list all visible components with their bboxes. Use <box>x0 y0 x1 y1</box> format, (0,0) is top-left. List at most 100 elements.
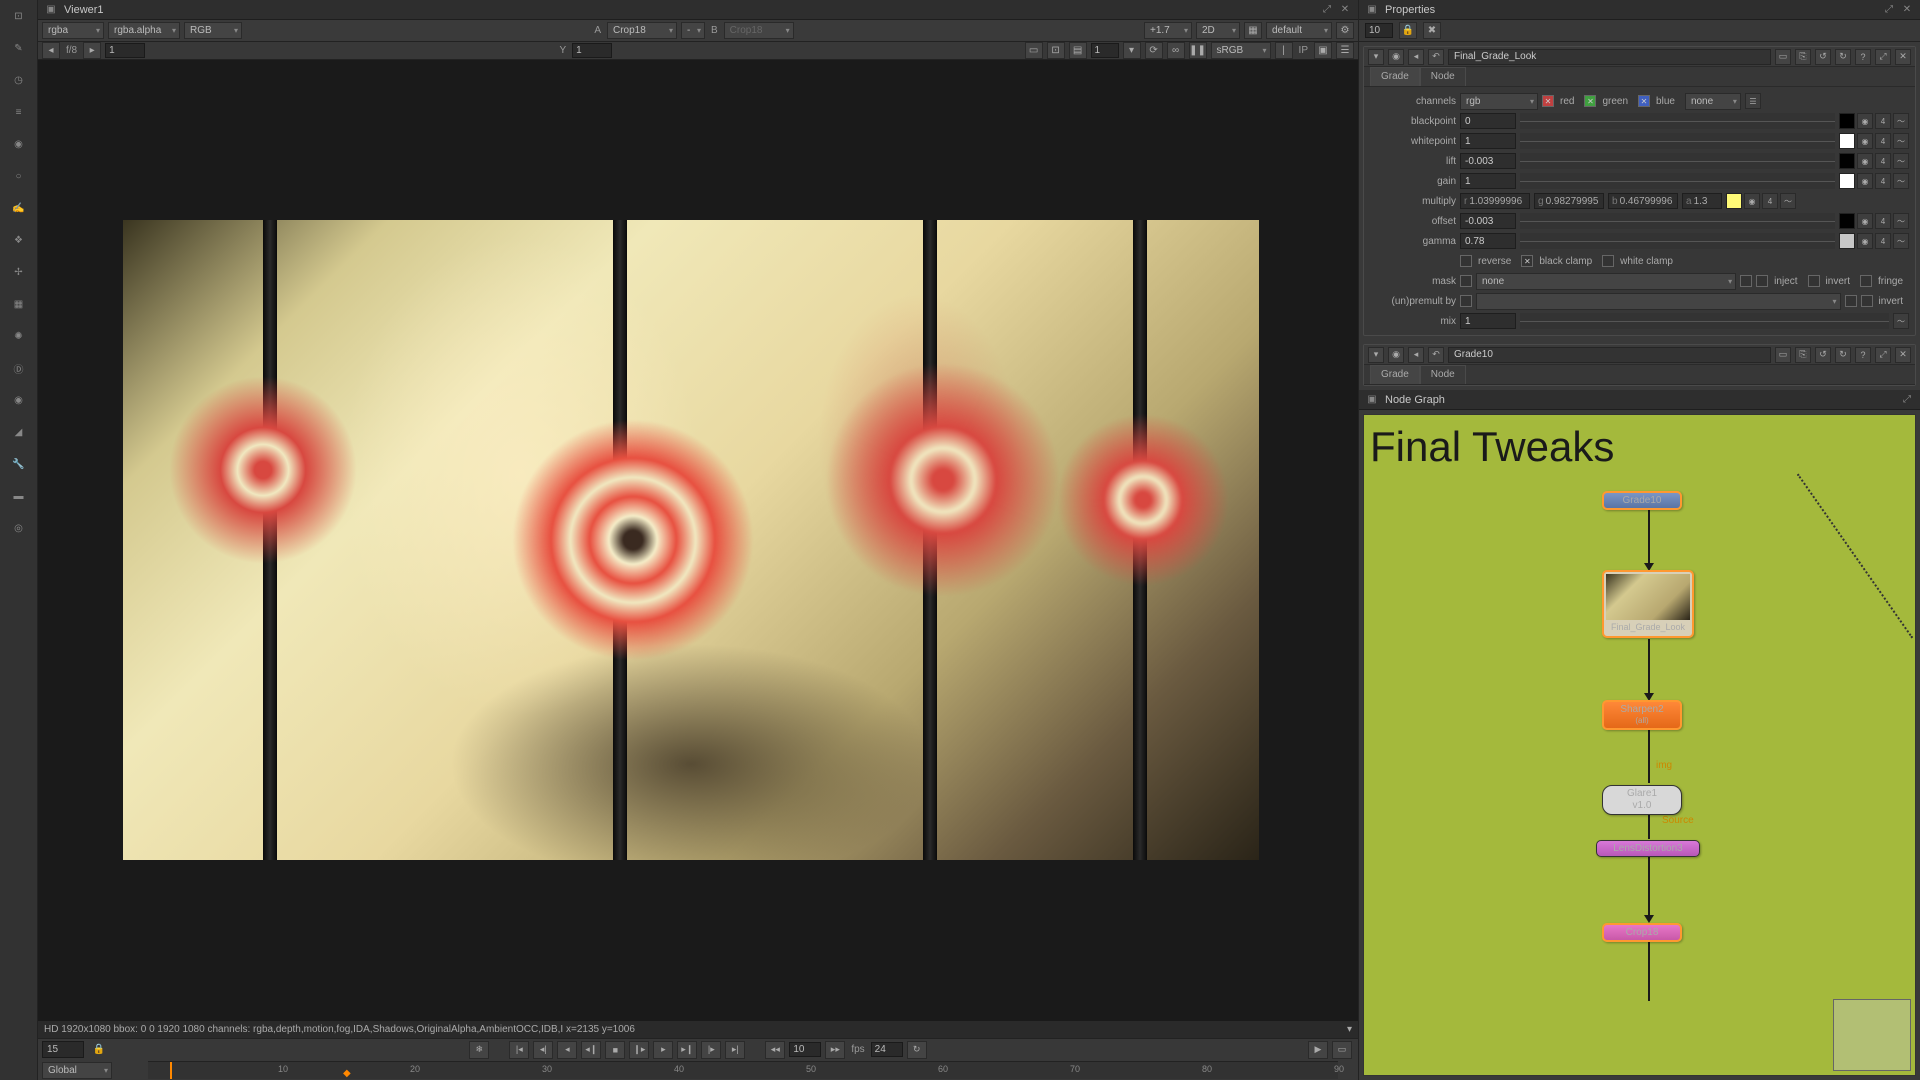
info-expand-icon[interactable]: ▾ <box>1347 1024 1352 1035</box>
keyframe-marker[interactable]: ◆ <box>343 1068 351 1079</box>
anim-icon[interactable]: 〜 <box>1893 113 1909 129</box>
inject-checkbox[interactable] <box>1756 275 1768 287</box>
channels-menu-icon[interactable]: ☰ <box>1745 93 1761 109</box>
cube-tool-icon[interactable]: ▦ <box>5 290 33 318</box>
pen-tool-icon[interactable]: ✍ <box>5 194 33 222</box>
mix-slider[interactable] <box>1520 313 1889 329</box>
nodegraph-tab-icon[interactable]: ▣ <box>1365 393 1379 407</box>
snowflake-icon[interactable]: ❄ <box>469 1041 489 1059</box>
mask-ch-checkbox[interactable] <box>1740 275 1752 287</box>
folder-tool-icon[interactable]: ▬ <box>5 482 33 510</box>
fringe-checkbox[interactable] <box>1860 275 1872 287</box>
nodegraph-minimap[interactable] <box>1833 999 1911 1071</box>
collapse-icon[interactable]: ▾ <box>1368 347 1384 363</box>
record-icon[interactable]: ▶ <box>1308 1041 1328 1059</box>
props-close-icon[interactable]: ✕ <box>1900 3 1914 17</box>
play-icon[interactable]: ▸ <box>653 1041 673 1059</box>
tab-node[interactable]: Node <box>1420 67 1466 86</box>
invert2-checkbox[interactable] <box>1861 295 1873 307</box>
prev-key-icon[interactable]: ◂| <box>533 1041 553 1059</box>
frame-back-icon[interactable]: ◂❙ <box>581 1041 601 1059</box>
blackpoint-color[interactable] <box>1839 113 1855 129</box>
tag-tool-icon[interactable]: ◢ <box>5 418 33 446</box>
timeline-ruler[interactable]: ◆ 102030405060708090 <box>148 1061 1338 1079</box>
next-icon[interactable]: ▸ <box>83 42 101 59</box>
input-b-dropdown[interactable]: Crop18 <box>724 22 794 39</box>
blue-checkbox[interactable] <box>1638 95 1650 107</box>
gain-dropdown[interactable]: +1.7 <box>1144 22 1192 39</box>
menu-icon[interactable]: ☰ <box>1336 42 1354 59</box>
float-panel-icon[interactable]: ⤢ <box>1875 49 1891 65</box>
pause-icon[interactable]: ❚❚ <box>1189 42 1207 59</box>
red-checkbox[interactable] <box>1542 95 1554 107</box>
lock-icon[interactable]: 🔒 <box>92 1043 106 1057</box>
lift-slider[interactable] <box>1520 153 1835 169</box>
list-tool-icon[interactable]: ≡ <box>5 98 33 126</box>
fps-input[interactable] <box>871 1042 903 1057</box>
gamma-input[interactable]: 0.78 <box>1460 233 1516 249</box>
viewer-canvas[interactable]: 1920,1080 HD <box>38 60 1358 1020</box>
mask-dropdown[interactable]: none <box>1476 273 1736 290</box>
next-key-icon[interactable]: |▸ <box>701 1041 721 1059</box>
goto-end-icon[interactable]: ▸| <box>725 1041 745 1059</box>
lock-panel-icon[interactable]: ◂ <box>1408 49 1424 65</box>
node-glare1[interactable]: Glare1v1.0 <box>1602 785 1682 815</box>
blackclamp-checkbox[interactable] <box>1521 255 1533 267</box>
node-sharpen2[interactable]: Sharpen2(all) <box>1602 700 1682 730</box>
offset-input[interactable]: -0.003 <box>1460 213 1516 229</box>
node-final-grade-look[interactable]: Final_Grade_Look <box>1602 570 1694 638</box>
ip-label[interactable]: IP <box>1297 45 1310 56</box>
offset-slider[interactable] <box>1520 213 1835 229</box>
multiply-g-input[interactable]: g0.98279995 <box>1534 193 1604 209</box>
range-dropdown[interactable]: Global <box>42 1062 112 1079</box>
blackpoint-input[interactable]: 0 <box>1460 113 1516 129</box>
globe-tool-icon[interactable]: ◎ <box>5 514 33 542</box>
loop-mode-icon[interactable]: ↻ <box>907 1041 927 1059</box>
current-frame-input[interactable] <box>42 1041 84 1058</box>
multiply-b-input[interactable]: b0.46799996 <box>1608 193 1678 209</box>
center-node-icon[interactable]: ◉ <box>1388 49 1404 65</box>
spark-tool-icon[interactable]: ✺ <box>5 322 33 350</box>
unpremult-checkbox[interactable] <box>1460 295 1472 307</box>
prev-icon[interactable]: ◂ <box>42 42 60 59</box>
clip-icon[interactable]: ⊡ <box>1047 42 1065 59</box>
x-input[interactable] <box>105 43 145 58</box>
node-grade10[interactable]: Grade10 <box>1602 491 1682 510</box>
channels-dropdown[interactable]: rgb <box>1460 93 1538 110</box>
green-checkbox[interactable] <box>1584 95 1596 107</box>
eyedropper-icon[interactable]: ◉ <box>1857 113 1873 129</box>
clear-all-icon[interactable]: ✖ <box>1423 22 1441 39</box>
settings-icon[interactable]: ⚙ <box>1336 22 1354 39</box>
reverse-checkbox[interactable] <box>1460 255 1472 267</box>
whitepoint-slider[interactable] <box>1520 133 1835 149</box>
move-tool-icon[interactable]: ✢ <box>5 258 33 286</box>
max-panels-input[interactable] <box>1365 23 1393 38</box>
node-graph-canvas[interactable]: Final Tweaks img Source Grade10 Final_Gr… <box>1363 414 1916 1076</box>
gamma-slider[interactable] <box>1520 233 1835 249</box>
lift-input[interactable]: -0.003 <box>1460 153 1516 169</box>
blackpoint-slider[interactable] <box>1520 113 1835 129</box>
circle-tool-icon[interactable]: ○ <box>5 162 33 190</box>
skip-fwd-icon[interactable]: ▸▸ <box>825 1041 845 1059</box>
tab-grade[interactable]: Grade <box>1370 365 1420 384</box>
tab-node[interactable]: Node <box>1420 365 1466 384</box>
alpha-dropdown[interactable]: none <box>1685 93 1741 110</box>
lut-dropdown[interactable]: sRGB <box>1211 42 1271 59</box>
layer-b-dropdown[interactable]: rgba.alpha <box>108 22 180 39</box>
unpremult-dropdown[interactable] <box>1476 293 1841 310</box>
gain-slider[interactable] <box>1520 173 1835 189</box>
goto-start-icon[interactable]: |◂ <box>509 1041 529 1059</box>
close-panel-icon[interactable]: ✕ <box>1895 49 1911 65</box>
step-fwd-icon[interactable]: ▸❙ <box>677 1041 697 1059</box>
node-name-input[interactable] <box>1448 347 1771 363</box>
arrow-down-icon[interactable]: ▾ <box>1123 42 1141 59</box>
input-a-dropdown[interactable]: Crop18 <box>607 22 677 39</box>
gain-input[interactable]: 1 <box>1460 173 1516 189</box>
roi-icon[interactable]: ▭ <box>1025 42 1043 59</box>
brush-tool-icon[interactable]: ✎ <box>5 34 33 62</box>
wrench-tool-icon[interactable]: 🔧 <box>5 450 33 478</box>
copy-icon[interactable]: ⎘ <box>1795 49 1811 65</box>
invert-checkbox[interactable] <box>1808 275 1820 287</box>
layers-tool-icon[interactable]: ❖ <box>5 226 33 254</box>
node-lensdistortion3[interactable]: LensDistortion3 <box>1596 840 1700 857</box>
